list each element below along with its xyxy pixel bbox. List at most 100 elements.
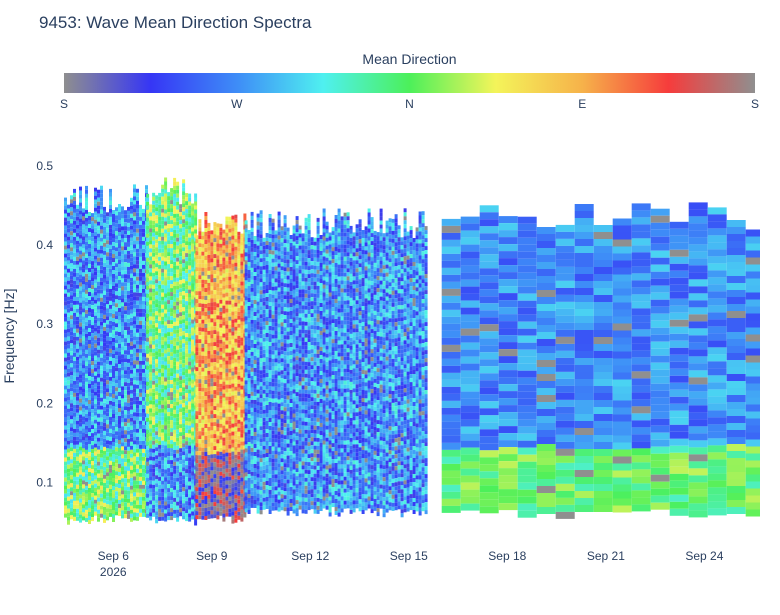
- heatmap-cell: [127, 398, 130, 403]
- heatmap-cell: [182, 495, 186, 500]
- heatmap-cell: [222, 473, 226, 478]
- heatmap-cell: [188, 369, 192, 374]
- heatmap-cell: [182, 279, 186, 284]
- heatmap-cell: [70, 439, 73, 444]
- heatmap-cell: [191, 347, 195, 352]
- heatmap-cell: [70, 503, 73, 508]
- heatmap-cell: [73, 332, 76, 337]
- heatmap-cell: [182, 347, 186, 352]
- heatmap-cell: [115, 291, 118, 296]
- heatmap-cell: [121, 362, 124, 367]
- heatmap-cell: [198, 287, 202, 292]
- heatmap-cell: [228, 376, 232, 381]
- heatmap-cell: [70, 219, 73, 224]
- heatmap-cell: [182, 439, 186, 444]
- heatmap-cell: [100, 253, 103, 258]
- heatmap-cell: [67, 336, 70, 341]
- heatmap-cell: [207, 234, 211, 239]
- heatmap-cell: [207, 482, 211, 487]
- heatmap-cell: [244, 436, 248, 441]
- heatmap-cell: [85, 237, 88, 242]
- heatmap-cell: [152, 244, 156, 249]
- heatmap-cell: [164, 221, 168, 226]
- heatmap-cell: [97, 517, 100, 522]
- heatmap-cell: [139, 424, 142, 429]
- heatmap-cell: [225, 512, 229, 517]
- heatmap-cell: [100, 189, 103, 194]
- heatmap-cell: [115, 415, 118, 420]
- heatmap-cell: [124, 422, 127, 427]
- heatmap-cell: [222, 245, 226, 250]
- heatmap-cell: [158, 216, 162, 221]
- heatmap-cell: [109, 252, 112, 257]
- heatmap-cell: [188, 329, 192, 334]
- heatmap-cell: [118, 248, 121, 252]
- heatmap-cell: [210, 230, 214, 235]
- heatmap-cell: [103, 230, 106, 235]
- heatmap-cell: [133, 396, 136, 401]
- heatmap-cell: [170, 328, 174, 333]
- heatmap-cell: [158, 508, 162, 513]
- heatmap-cell: [195, 315, 199, 320]
- heatmap-cell: [204, 220, 208, 224]
- heatmap-cell: [210, 234, 214, 239]
- heatmap-cell: [85, 281, 88, 286]
- heatmap-cell: [103, 382, 106, 387]
- heatmap-cell: [82, 320, 85, 325]
- heatmap-cell: [79, 450, 82, 455]
- heatmap-cell: [219, 391, 223, 396]
- heatmap-cell: [207, 406, 211, 411]
- heatmap-cell: [67, 456, 70, 461]
- heatmap-cell: [188, 241, 192, 246]
- heatmap-cell: [124, 250, 127, 255]
- heatmap-cell: [79, 222, 82, 227]
- heatmap-cell: [244, 256, 248, 261]
- heatmap-cell: [155, 455, 159, 460]
- heatmap-cell: [91, 293, 94, 298]
- heatmap-cell: [216, 395, 220, 400]
- heatmap-cell: [164, 261, 168, 266]
- heatmap-cell: [79, 210, 82, 215]
- heatmap-cell: [133, 500, 136, 505]
- heatmap-cell: [130, 237, 133, 242]
- heatmap-cell: [170, 204, 174, 209]
- heatmap-cell: [210, 350, 214, 355]
- heatmap-cell: [161, 472, 165, 477]
- heatmap-cell: [64, 265, 67, 270]
- heatmap-cell: [82, 352, 85, 357]
- heatmap-cell: [67, 488, 70, 493]
- heatmap-cell: [240, 249, 244, 254]
- heatmap-cell: [133, 448, 136, 453]
- heatmap-cell: [237, 419, 241, 424]
- heatmap-cell: [70, 267, 73, 272]
- heatmap-cell: [127, 426, 130, 431]
- heatmap-cell: [67, 232, 70, 237]
- heatmap-cell: [237, 471, 241, 476]
- heatmap-cell: [182, 423, 186, 428]
- heatmap-cell: [173, 229, 177, 234]
- heatmap-cell: [170, 384, 174, 389]
- heatmap-cell: [234, 262, 238, 267]
- heatmap-cell: [176, 313, 180, 318]
- heatmap-cell: [210, 494, 214, 499]
- heatmap-cell: [106, 432, 109, 437]
- heatmap-cell: [67, 220, 70, 225]
- heatmap-cell: [167, 256, 171, 261]
- heatmap-cell: [185, 417, 189, 422]
- heatmap-cell: [225, 508, 229, 513]
- heatmap-cell: [133, 384, 136, 389]
- heatmap-cell: [97, 433, 100, 438]
- heatmap-cell: [158, 256, 162, 261]
- heatmap-cell: [161, 216, 165, 221]
- heatmap-cell: [152, 432, 156, 437]
- heatmap-cell: [146, 333, 150, 338]
- heatmap-cell: [225, 492, 229, 497]
- heatmap-cell: [152, 456, 156, 461]
- heatmap-cell: [173, 305, 177, 310]
- heatmap-cell: [237, 263, 241, 268]
- heatmap-cell: [225, 276, 229, 281]
- heatmap-cell: [79, 262, 82, 267]
- heatmap-cell: [182, 467, 186, 472]
- heatmap-cell: [170, 192, 174, 197]
- heatmap-cell: [155, 491, 159, 496]
